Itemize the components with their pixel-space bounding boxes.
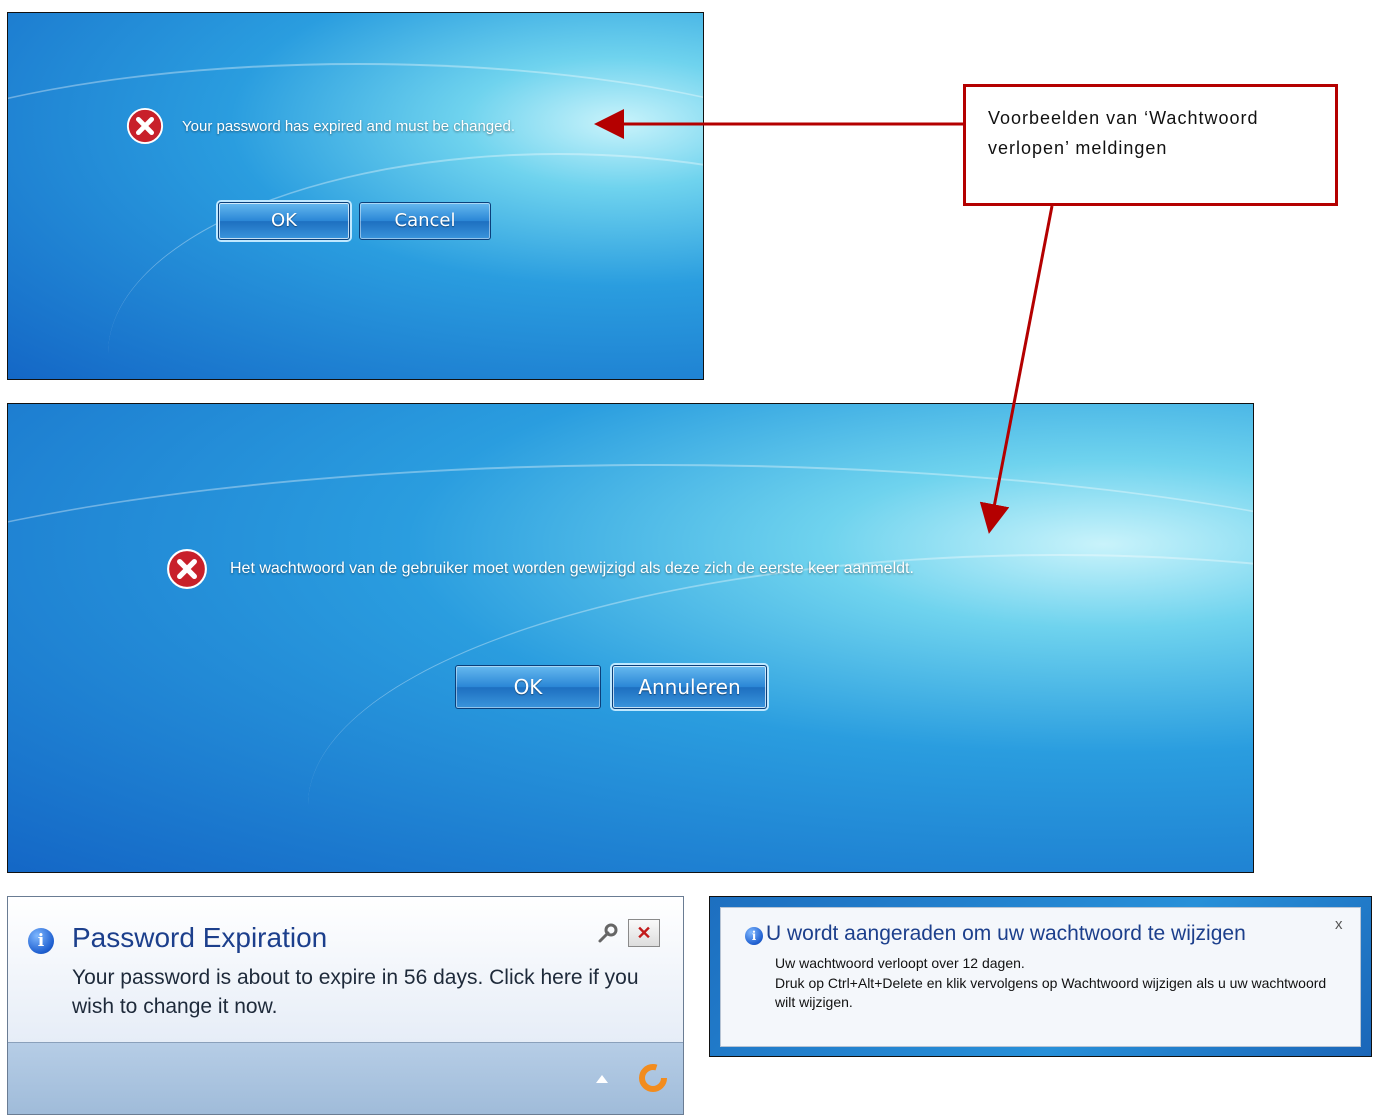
close-icon: x xyxy=(1335,916,1343,933)
password-expiration-balloon[interactable]: i Password Expiration Your password is a… xyxy=(7,896,684,1115)
balloon-bubble[interactable]: i U wordt aangeraden om uw wachtwoord te… xyxy=(720,907,1361,1047)
balloon-body: Your password is about to expire in 56 d… xyxy=(72,966,639,1018)
password-change-balloon[interactable]: i U wordt aangeraden om uw wachtwoord te… xyxy=(709,896,1372,1057)
info-icon: i xyxy=(745,927,763,945)
wrench-icon[interactable] xyxy=(596,923,618,945)
balloon-line-2: Druk op Ctrl+Alt+Delete en klik vervolge… xyxy=(775,975,1327,1010)
balloon-bubble[interactable]: i Password Expiration Your password is a… xyxy=(8,897,683,1043)
arrow-to-dutch-dialog xyxy=(979,205,1054,534)
close-icon: ✕ xyxy=(636,923,652,943)
close-button[interactable]: x xyxy=(1335,916,1343,933)
balloon-title: Password Expiration xyxy=(72,922,328,953)
balloon-title: U wordt aangeraden om uw wachtwoord te w… xyxy=(766,922,1246,945)
close-button[interactable]: ✕ xyxy=(628,919,660,947)
show-hidden-icons-button[interactable] xyxy=(596,1075,608,1083)
info-icon: i xyxy=(28,928,54,954)
tray-app-icon[interactable] xyxy=(638,1063,668,1093)
balloon-line-1: Uw wachtwoord verloopt over 12 dagen. xyxy=(775,955,1025,971)
taskbar xyxy=(8,1043,683,1114)
